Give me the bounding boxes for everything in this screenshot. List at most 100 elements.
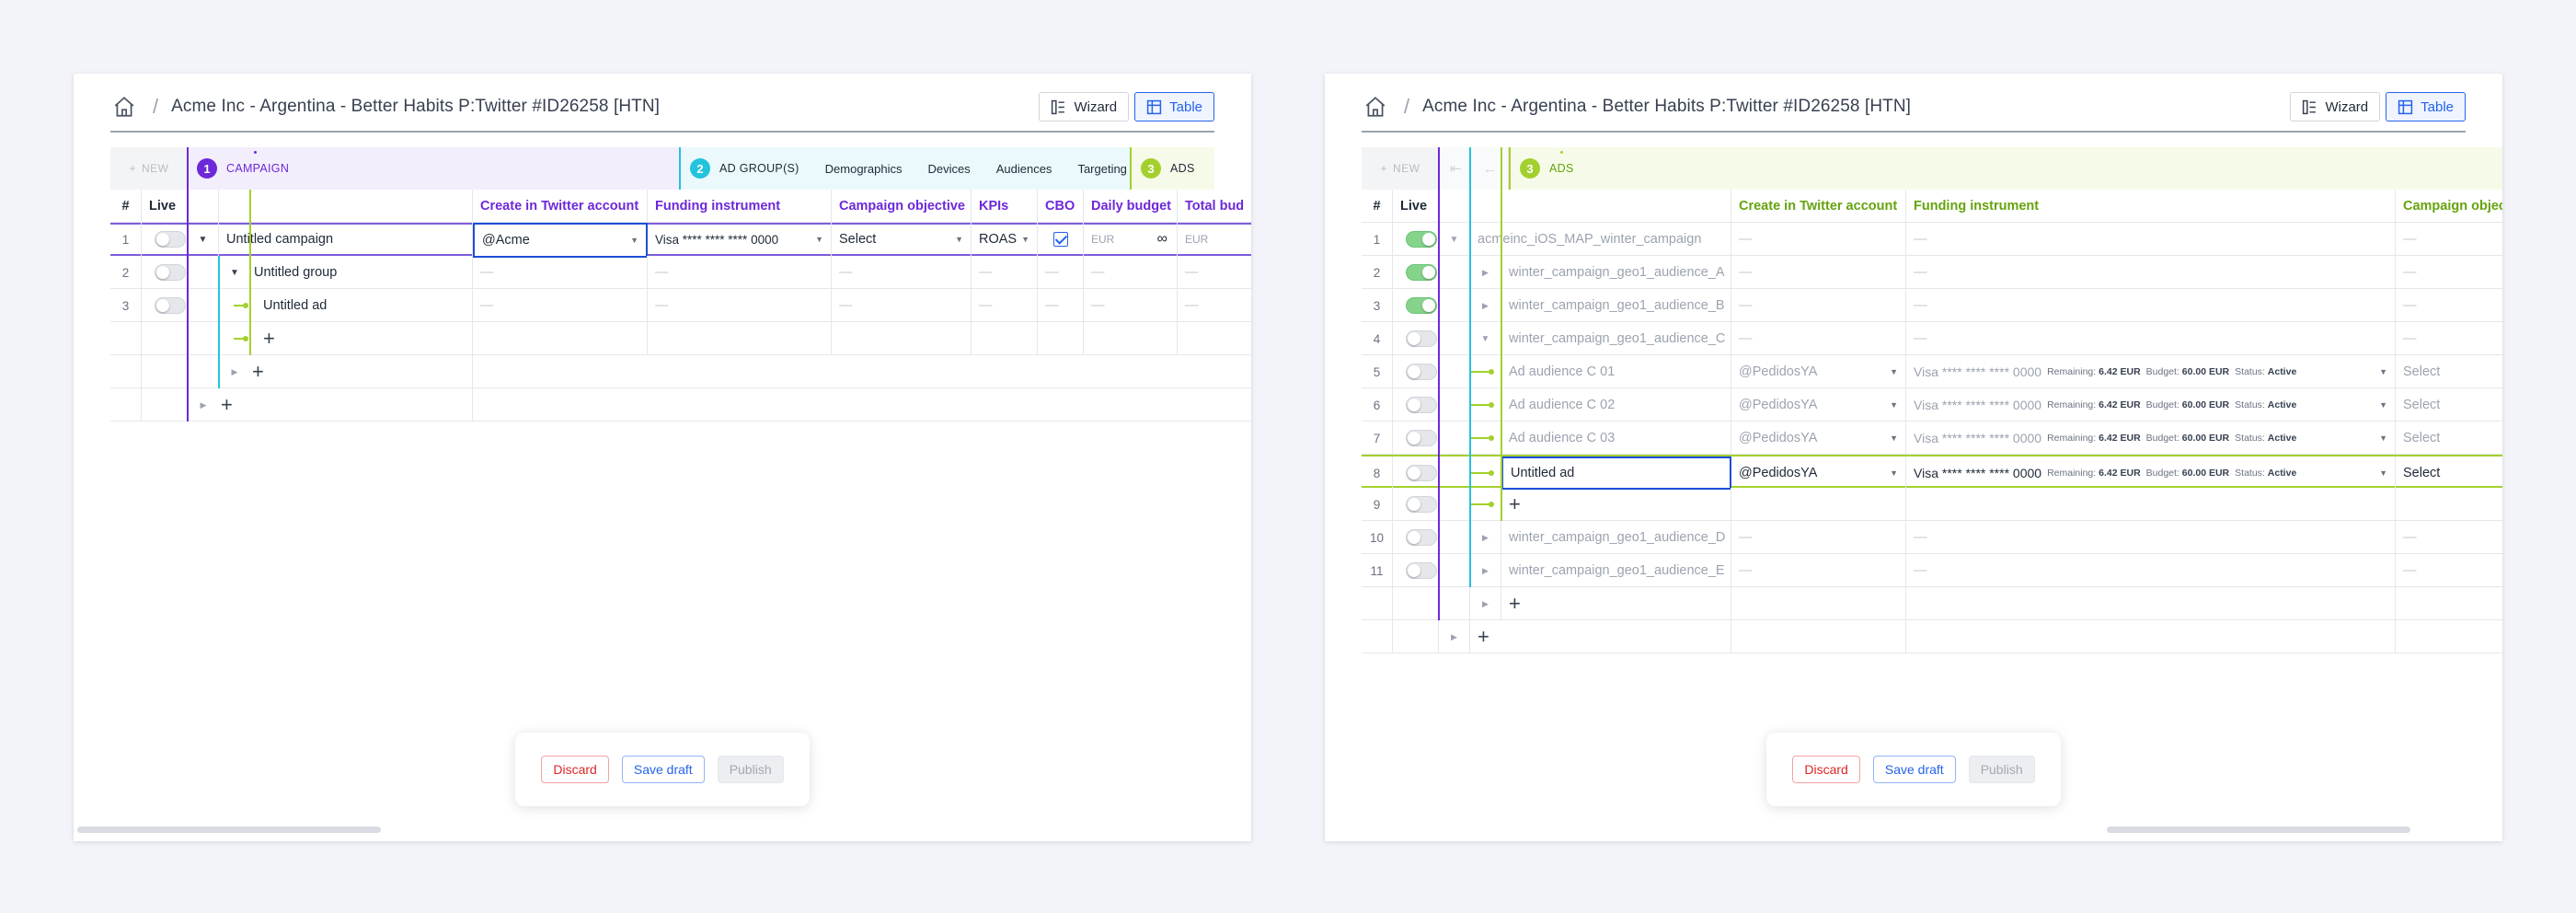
- substep-demographics[interactable]: Demographics: [825, 162, 903, 176]
- step-campaign[interactable]: 1 CAMPAIGN: [188, 147, 679, 190]
- table-row[interactable]: 5 Ad audience C 01 @PedidosYA ▼ Visa **** **…: [1362, 355, 2502, 388]
- collapse-icon[interactable]: ▼: [1450, 235, 1459, 245]
- wizard-button[interactable]: Wizard: [1039, 92, 1130, 121]
- funding-select[interactable]: Visa **** **** **** 0000 Remaining: 6.42 …: [1906, 388, 2396, 422]
- step-ads[interactable]: 3 ADS: [1130, 147, 1214, 190]
- live-toggle[interactable]: [1406, 465, 1437, 481]
- horizontal-scrollbar[interactable]: [2107, 826, 2410, 833]
- account-select[interactable]: @Acme ▼: [473, 223, 648, 258]
- cbo-checkbox[interactable]: [1052, 232, 1068, 247]
- add-adgroup-row[interactable]: ▶ +: [1362, 587, 2502, 620]
- funding-select[interactable]: Visa **** **** **** 0000 Remaining: 6.42 …: [1906, 422, 2396, 455]
- kpi-select[interactable]: ROAS ▼: [972, 223, 1038, 256]
- live-toggle[interactable]: [1406, 496, 1437, 513]
- wizard-button[interactable]: Wizard: [2290, 92, 2381, 121]
- substep-devices[interactable]: Devices: [927, 162, 970, 176]
- publish-button[interactable]: Publish: [1968, 756, 2035, 783]
- table-row[interactable]: 4 ▼ winter_campaign_geo1_audience_C — — —: [1362, 322, 2502, 355]
- expand-icon[interactable]: ▶: [1482, 533, 1489, 543]
- expand-icon[interactable]: ▶: [1482, 566, 1489, 576]
- home-icon[interactable]: [112, 95, 136, 119]
- table-row[interactable]: 2 ▶ winter_campaign_geo1_audience_A — — —: [1362, 256, 2502, 289]
- table-row[interactable]: 11 ▶ winter_campaign_geo1_audience_E — — —: [1362, 554, 2502, 587]
- table-row[interactable]: 1 ▼ Untitled campaign @Acme ▼ Visa **** *…: [110, 223, 1251, 258]
- objective-select[interactable]: Select ▼: [832, 223, 972, 256]
- daily-budget-input[interactable]: EUR ∞: [1084, 223, 1178, 256]
- ad-name-cell[interactable]: Ad audience C 01: [1501, 355, 1731, 388]
- account-select[interactable]: @PedidosYA ▼: [1731, 456, 1906, 490]
- campaign-name-cell[interactable]: acmeinc_iOS_MAP_winter_campaign: [1470, 223, 1731, 256]
- table-button[interactable]: Table: [1134, 92, 1214, 121]
- live-toggle[interactable]: [1406, 330, 1437, 347]
- objective-select[interactable]: Select: [2396, 388, 2502, 422]
- table-row[interactable]: 1 ▼ acmeinc_iOS_MAP_winter_campaign — — —: [1362, 223, 2502, 256]
- ad-name-cell[interactable]: Ad audience C 03: [1501, 422, 1731, 455]
- account-select[interactable]: @PedidosYA ▼: [1731, 422, 1906, 455]
- ad-name-cell[interactable]: Ad audience C 02: [1501, 388, 1731, 422]
- expand-icon[interactable]: ▶: [1451, 632, 1457, 642]
- account-select[interactable]: @PedidosYA ▼: [1731, 388, 1906, 422]
- live-toggle[interactable]: [155, 297, 186, 314]
- objective-select[interactable]: Select: [2396, 456, 2502, 490]
- ad-name-cell[interactable]: Untitled ad: [219, 289, 473, 322]
- add-campaign-button[interactable]: +: [219, 393, 233, 417]
- substep-audiences[interactable]: Audiences: [996, 162, 1052, 176]
- expand-icon[interactable]: ▶: [1482, 268, 1489, 278]
- discard-button[interactable]: Discard: [541, 756, 609, 783]
- add-campaign-button[interactable]: +: [1478, 625, 1489, 649]
- add-ad-button[interactable]: +: [250, 327, 275, 351]
- objective-select[interactable]: Select: [2396, 355, 2502, 388]
- add-adgroup-button[interactable]: +: [1509, 592, 1521, 616]
- step-ads[interactable]: 3 ADS: [1509, 147, 2502, 190]
- collapse-icon[interactable]: ▼: [219, 268, 250, 278]
- horizontal-scrollbar[interactable]: [77, 826, 381, 833]
- new-button[interactable]: + NEW: [1362, 147, 1439, 190]
- first-step-icon[interactable]: ⇤: [1450, 160, 1462, 177]
- total-budget-input[interactable]: EUR: [1178, 223, 1251, 256]
- live-toggle[interactable]: [1406, 364, 1437, 380]
- adgroup-name-cell[interactable]: winter_campaign_geo1_audience_D: [1501, 521, 1731, 554]
- live-toggle[interactable]: [1406, 297, 1437, 314]
- collapse-icon[interactable]: ▼: [1481, 334, 1490, 344]
- step-adgroups[interactable]: 2 AD GROUP(S) Demographics Devices Audie…: [679, 147, 1130, 190]
- objective-select[interactable]: Select: [2396, 422, 2502, 455]
- publish-button[interactable]: Publish: [717, 756, 784, 783]
- table-button[interactable]: Table: [2386, 92, 2466, 121]
- discard-button[interactable]: Discard: [1792, 756, 1860, 783]
- funding-select[interactable]: Visa **** **** **** 0000 Remaining: 6.42 …: [1906, 456, 2396, 490]
- collapse-icon[interactable]: ▼: [199, 235, 208, 245]
- adgroup-name-cell[interactable]: winter_campaign_geo1_audience_E: [1501, 554, 1731, 587]
- live-toggle[interactable]: [1406, 430, 1437, 446]
- add-adgroup-button[interactable]: +: [250, 360, 264, 384]
- expand-icon[interactable]: ▶: [1482, 301, 1489, 311]
- expand-icon[interactable]: ▶: [219, 367, 250, 377]
- live-toggle[interactable]: [1406, 562, 1437, 579]
- campaign-name-cell[interactable]: Untitled campaign: [219, 223, 473, 256]
- save-draft-button[interactable]: Save draft: [1872, 756, 1956, 783]
- expand-icon[interactable]: ▶: [1482, 599, 1489, 609]
- table-row[interactable]: 2 ▼ Untitled group — — — — — — —: [110, 256, 1251, 289]
- substep-targeting[interactable]: Targeting: [1077, 162, 1126, 176]
- new-button[interactable]: + NEW: [110, 147, 188, 190]
- live-toggle[interactable]: [1406, 529, 1437, 546]
- live-toggle[interactable]: [1406, 231, 1437, 248]
- save-draft-button[interactable]: Save draft: [621, 756, 705, 783]
- add-ad-row[interactable]: 9 +: [1362, 488, 2502, 521]
- table-row[interactable]: 3 Untitled ad — — — — — — —: [110, 289, 1251, 322]
- live-toggle[interactable]: [1406, 397, 1437, 413]
- table-row[interactable]: 10 ▶ winter_campaign_geo1_audience_D — — —: [1362, 521, 2502, 554]
- table-row[interactable]: 3 ▶ winter_campaign_geo1_audience_B — — —: [1362, 289, 2502, 322]
- table-row[interactable]: 7 Ad audience C 03 @PedidosYA ▼ Visa **** **…: [1362, 422, 2502, 455]
- home-icon[interactable]: [1363, 95, 1387, 119]
- add-campaign-row[interactable]: ▶ +: [1362, 620, 2502, 653]
- funding-select[interactable]: Visa **** **** **** 0000 Remaining: 6.42 …: [1906, 355, 2396, 388]
- previous-step-icon[interactable]: ←: [1483, 161, 1497, 177]
- account-select[interactable]: @PedidosYA ▼: [1731, 355, 1906, 388]
- add-ad-button[interactable]: +: [1509, 492, 1521, 516]
- funding-select[interactable]: Visa **** **** **** 0000 ▼: [648, 223, 832, 256]
- live-toggle[interactable]: [155, 231, 186, 248]
- ad-name-cell[interactable]: Untitled ad: [1501, 456, 1731, 490]
- expand-icon[interactable]: ▶: [188, 400, 219, 410]
- live-toggle[interactable]: [155, 264, 186, 281]
- adgroup-name-cell[interactable]: ▼ Untitled group: [219, 256, 473, 289]
